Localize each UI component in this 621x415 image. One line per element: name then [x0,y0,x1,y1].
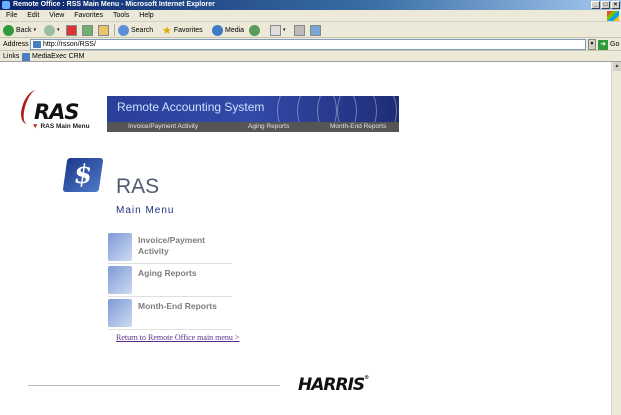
print-button[interactable] [294,24,305,36]
return-to-remote-office-link[interactable]: Return to Remote Office main menu > [116,333,239,342]
go-label: Go [610,41,620,48]
address-input[interactable]: http://rsson/RSS/ [30,39,586,50]
menu-item-label: Invoice/Payment Activity [138,235,206,256]
invoice-icon [108,233,132,261]
menu-help[interactable]: Help [139,12,153,19]
page-content: RAS Remote Accounting System ▼ RAS Main M… [0,62,611,415]
standard-toolbar: Back ▾ ▾ Search ★ Favorites Media ▾ [0,22,621,38]
harris-logo-text: HARRIS [298,375,365,395]
forward-arrow-icon [44,24,55,36]
back-arrow-icon [3,24,14,36]
back-dropdown-icon[interactable]: ▾ [34,27,37,33]
history-button[interactable] [249,24,260,36]
windows-logo-icon [607,11,619,21]
window-title: Remote Office : RSS Main Menu - Microsof… [13,1,215,8]
menu-view[interactable]: View [49,12,64,19]
stop-icon [66,24,77,36]
banner-arc-decoration [337,96,397,122]
nav-month-end-reports[interactable]: Month-End Reports [330,123,386,130]
media-button[interactable]: Media [212,24,244,36]
forward-dropdown-icon[interactable]: ▾ [57,27,60,33]
forward-button[interactable]: ▾ [44,24,60,36]
links-bar: Links MediaExec CRM [0,51,621,62]
favorites-button[interactable]: ★ Favorites [162,24,203,37]
back-button[interactable]: Back ▾ [3,24,36,36]
aging-icon [108,266,132,294]
address-bar: Address http://rsson/RSS/ ▼ ➜ Go [0,38,621,51]
menu-file[interactable]: File [6,12,17,19]
refresh-icon [82,24,93,36]
link-mediaexec-crm[interactable]: MediaExec CRM [22,51,85,62]
nav-main-label: RAS Main Menu [40,123,90,130]
menu-item-month-end-reports[interactable]: Month-End Reports [108,297,232,330]
menu-item-label: Aging Reports [138,268,197,278]
menu-favorites[interactable]: Favorites [74,12,103,19]
vertical-scrollbar[interactable]: ▲ [611,62,621,415]
print-icon [294,24,305,36]
edit-icon [310,24,321,36]
triangle-down-icon: ▼ [32,123,39,130]
history-icon [249,24,260,36]
home-icon [98,24,109,36]
mail-dropdown-icon[interactable]: ▾ [283,27,286,33]
dollar-icon: $ [62,158,104,192]
close-button[interactable]: × [611,1,620,9]
menu-bar: File Edit View Favorites Tools Help [0,10,621,22]
menu-item-invoice-payment[interactable]: Invoice/Payment Activity [108,231,232,264]
search-icon [118,24,129,36]
scroll-up-icon[interactable]: ▲ [613,62,621,71]
internet-explorer-icon [2,1,10,9]
media-label: Media [225,26,245,34]
go-arrow-icon: ➜ [598,39,608,50]
minimize-button[interactable]: _ [591,1,600,9]
address-url: http://rsson/RSS/ [43,41,96,48]
logo-text: RAS [34,100,80,124]
stop-button[interactable] [66,24,77,36]
search-button[interactable]: Search [118,24,153,36]
window-controls: _ □ × [591,1,620,9]
banner-title: Remote Accounting System [117,100,265,114]
go-button[interactable]: ➜ Go [598,39,619,50]
nav-aging-reports[interactable]: Aging Reports [248,123,289,130]
menu-item-aging-reports[interactable]: Aging Reports [108,264,232,297]
nav-ras-main-menu[interactable]: ▼ RAS Main Menu [32,123,90,130]
back-label: Back [16,26,32,34]
edit-button[interactable] [310,24,321,36]
menu-tools[interactable]: Tools [113,12,129,19]
mail-button[interactable]: ▾ [270,24,286,36]
search-label: Search [131,26,154,34]
menu-item-label: Month-End Reports [138,301,217,311]
star-icon: ★ [162,24,172,37]
refresh-button[interactable] [82,24,93,36]
link-mediaexec-crm-label: MediaExec CRM [32,53,85,60]
registered-mark: ® [364,375,369,381]
page-icon [33,41,41,48]
footer-divider [28,385,280,386]
window-title-bar: Remote Office : RSS Main Menu - Microsof… [0,0,621,10]
maximize-button[interactable]: □ [601,1,610,9]
nav-invoice-payment[interactable]: Invoice/Payment Activity [128,123,198,130]
address-label: Address [3,41,29,48]
harris-logo: HARRIS® [298,375,369,395]
address-dropdown-icon[interactable]: ▼ [588,39,596,50]
page-subtitle: Main Menu [116,205,175,216]
menu-edit[interactable]: Edit [27,12,39,19]
link-page-icon [22,52,30,61]
favorites-label: Favorites [173,26,203,34]
media-icon [212,24,223,36]
page-title: RAS [116,175,160,198]
month-end-icon [108,299,132,327]
links-label: Links [3,53,20,60]
home-button[interactable] [98,24,109,36]
mail-icon [270,24,281,36]
toolbar-separator [114,24,115,36]
